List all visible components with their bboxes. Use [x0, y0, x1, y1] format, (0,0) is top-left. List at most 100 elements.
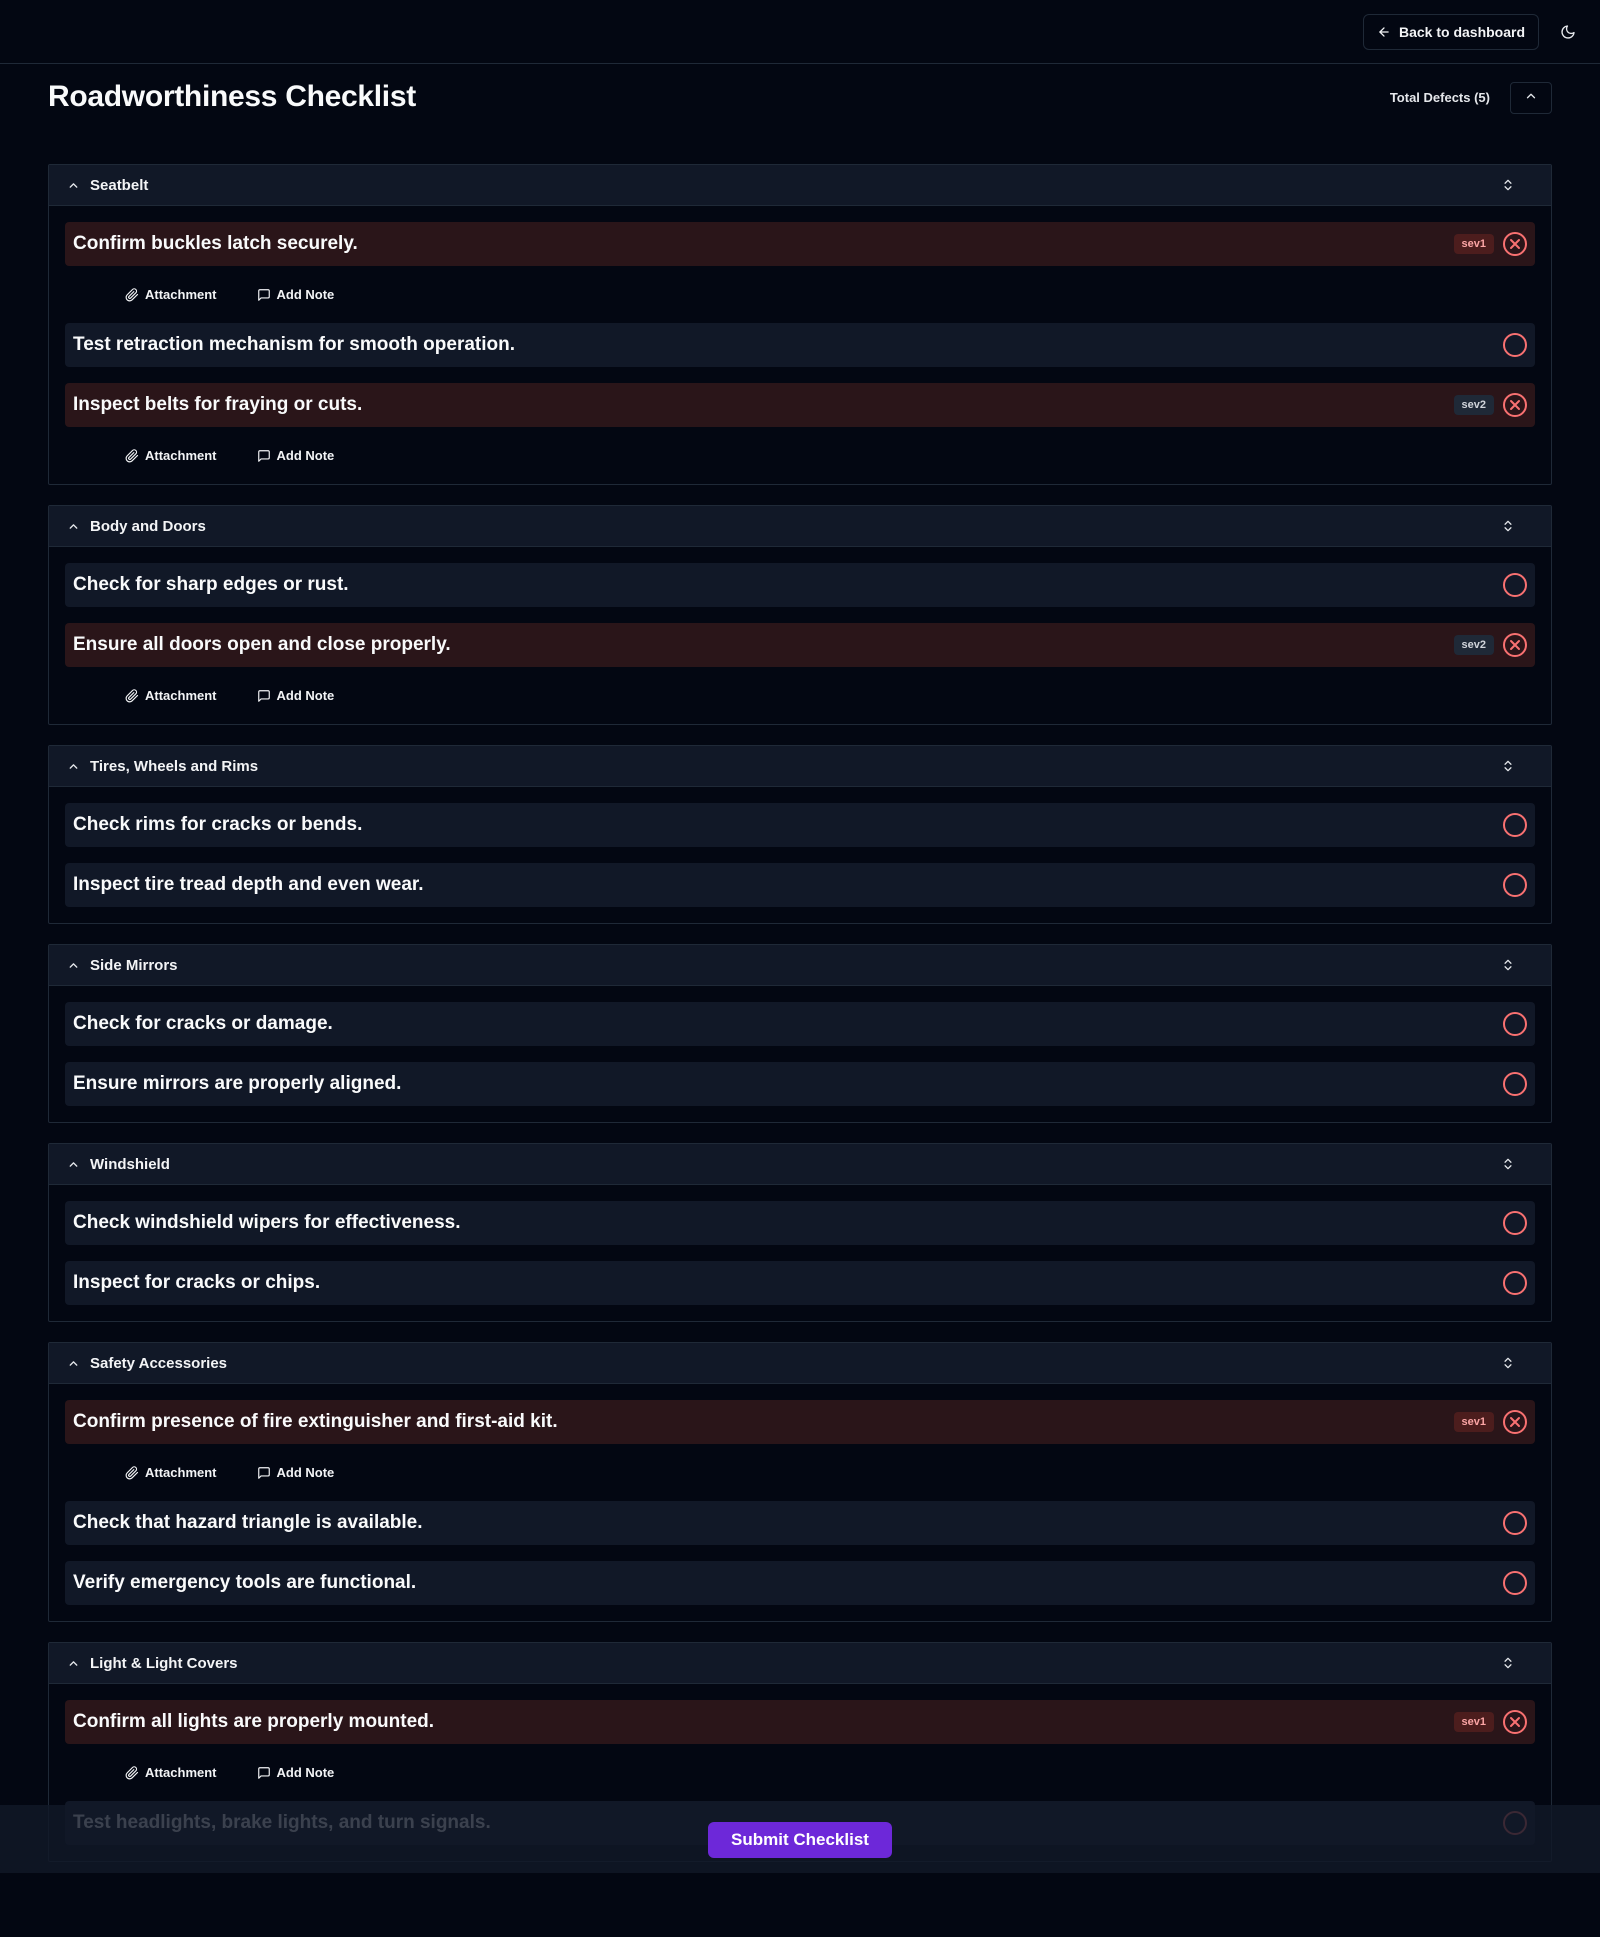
section-body: Check for sharp edges or rust. Ensure all… — [49, 547, 1551, 724]
section-header[interactable]: Windshield — [49, 1144, 1551, 1185]
item-controls — [1502, 803, 1528, 847]
chevrons-up-down-icon[interactable] — [1501, 1655, 1515, 1671]
circle-icon[interactable] — [1502, 1071, 1528, 1097]
chevrons-up-down-icon[interactable] — [1501, 177, 1515, 193]
severity-badge: sev2 — [1453, 635, 1494, 655]
item-actions: Attachment Add Note — [65, 427, 1535, 484]
checklist-item-text: Ensure mirrors are properly aligned. — [73, 1073, 402, 1094]
back-button-label: Back to dashboard — [1398, 24, 1526, 40]
checklist-item: Confirm presence of fire extinguisher an… — [65, 1400, 1535, 1501]
defects-collapse-button[interactable] — [1510, 82, 1552, 114]
checklist-section: Safety Accessories Confirm presence of fi… — [48, 1342, 1552, 1622]
checklist-item-text: Inspect for cracks or chips. — [73, 1272, 321, 1293]
add-note-button[interactable]: Add Note — [257, 1465, 335, 1480]
item-controls: sev2 — [1453, 623, 1528, 667]
attachment-label: Attachment — [145, 688, 217, 703]
circle-icon[interactable] — [1502, 872, 1528, 898]
paperclip-icon — [125, 688, 139, 703]
section-body: Confirm presence of fire extinguisher an… — [49, 1384, 1551, 1621]
attachment-label: Attachment — [145, 448, 217, 463]
circle-icon[interactable] — [1502, 1210, 1528, 1236]
circle-icon[interactable] — [1502, 1510, 1528, 1536]
x-circle-icon[interactable] — [1502, 1409, 1528, 1435]
attachment-button[interactable]: Attachment — [125, 1765, 217, 1780]
checklist-item-text: Check rims for cracks or bends. — [73, 814, 363, 835]
checklist-item-text: Inspect tire tread depth and even wear. — [73, 874, 424, 895]
theme-toggle-button[interactable] — [1550, 14, 1586, 50]
checklist-item-row: Check for sharp edges or rust. — [65, 563, 1535, 607]
checklist-item: Inspect belts for fraying or cuts. sev2 At… — [65, 383, 1535, 484]
chevrons-up-down-icon[interactable] — [1501, 1355, 1515, 1371]
checklist-item-row-defect: Confirm presence of fire extinguisher an… — [65, 1400, 1535, 1444]
checklist-item-row-defect: Confirm all lights are properly mounted.… — [65, 1700, 1535, 1744]
circle-icon[interactable] — [1502, 1570, 1528, 1596]
checklist-item: Ensure all doors open and close properly… — [65, 623, 1535, 724]
attachment-button[interactable]: Attachment — [125, 287, 217, 302]
submit-checklist-button[interactable]: Submit Checklist — [708, 1822, 892, 1858]
attachment-label: Attachment — [145, 1765, 217, 1780]
section-header[interactable]: Light & Light Covers — [49, 1643, 1551, 1684]
checklist-item: Test retraction mechanism for smooth ope… — [65, 323, 1535, 367]
item-actions: Attachment Add Note — [65, 667, 1535, 724]
attachment-button[interactable]: Attachment — [125, 688, 217, 703]
x-circle-icon[interactable] — [1502, 1709, 1528, 1735]
checklist-item-text: Check windshield wipers for effectivenes… — [73, 1212, 461, 1233]
chevrons-up-down-icon[interactable] — [1501, 758, 1515, 774]
attachment-button[interactable]: Attachment — [125, 1465, 217, 1480]
chevrons-up-down-icon[interactable] — [1501, 1156, 1515, 1172]
circle-icon[interactable] — [1502, 1270, 1528, 1296]
item-controls — [1502, 1261, 1528, 1305]
add-note-button[interactable]: Add Note — [257, 688, 334, 703]
section-header[interactable]: Seatbelt — [49, 165, 1551, 206]
top-bar: Back to dashboard — [0, 0, 1600, 64]
back-to-dashboard-button[interactable]: Back to dashboard — [1363, 14, 1539, 50]
item-actions: Attachment Add Note — [65, 1744, 1535, 1801]
add-note-button[interactable]: Add Note — [257, 1765, 335, 1780]
section-header[interactable]: Side Mirrors — [49, 945, 1551, 986]
add-note-label: Add Note — [276, 1465, 335, 1480]
section-title: Light & Light Covers — [90, 1654, 238, 1672]
section-body: Check for cracks or damage. Ensure mirror… — [49, 986, 1551, 1122]
chevron-up-icon — [67, 1657, 80, 1670]
attachment-button[interactable]: Attachment — [125, 448, 217, 463]
checklist-item: Verify emergency tools are functional. — [65, 1561, 1535, 1605]
section-title: Windshield — [90, 1155, 170, 1173]
checklist-item: Check windshield wipers for effectivenes… — [65, 1201, 1535, 1245]
add-note-button[interactable]: Add Note — [257, 287, 334, 302]
checklist-item-row: Check windshield wipers for effectivenes… — [65, 1201, 1535, 1245]
circle-icon[interactable] — [1502, 572, 1528, 598]
section-header[interactable]: Safety Accessories — [49, 1343, 1551, 1384]
item-actions: Attachment Add Note — [65, 266, 1535, 323]
circle-icon[interactable] — [1502, 812, 1528, 838]
item-controls — [1502, 323, 1528, 367]
checklist-item: Check for sharp edges or rust. — [65, 563, 1535, 607]
section-header[interactable]: Body and Doors — [49, 506, 1551, 547]
section-header[interactable]: Tires, Wheels and Rims — [49, 746, 1551, 787]
item-controls — [1502, 563, 1528, 607]
checklist-item-row: Inspect tire tread depth and even wear. — [65, 863, 1535, 907]
severity-badge: sev1 — [1453, 1412, 1494, 1432]
checklist-item-row: Test retraction mechanism for smooth ope… — [65, 323, 1535, 367]
circle-icon[interactable] — [1502, 332, 1528, 358]
x-circle-icon[interactable] — [1502, 392, 1528, 418]
item-controls — [1502, 1002, 1528, 1046]
checklist-item: Confirm buckles latch securely. sev1 Attac… — [65, 222, 1535, 323]
section-title: Safety Accessories — [90, 1354, 228, 1372]
chevrons-up-down-icon[interactable] — [1501, 957, 1515, 973]
checklist-item: Confirm all lights are properly mounted.… — [65, 1700, 1535, 1801]
paperclip-icon — [125, 1465, 139, 1480]
severity-badge: sev2 — [1453, 395, 1494, 415]
circle-icon[interactable] — [1502, 1011, 1528, 1037]
chevrons-up-down-icon[interactable] — [1501, 518, 1515, 534]
checklist-item-text: Check that hazard triangle is available. — [73, 1512, 423, 1533]
attachment-label: Attachment — [145, 287, 217, 302]
x-circle-icon[interactable] — [1502, 632, 1528, 658]
checklist-item-row-defect: Ensure all doors open and close properly… — [65, 623, 1535, 667]
add-note-label: Add Note — [276, 1765, 335, 1780]
checklist-item-text: Test retraction mechanism for smooth ope… — [73, 334, 516, 355]
chevron-up-icon — [67, 520, 80, 533]
x-circle-icon[interactable] — [1502, 231, 1528, 257]
page-title: Roadworthiness Checklist — [48, 80, 416, 113]
add-note-button[interactable]: Add Note — [257, 448, 334, 463]
arrow-left-icon — [1377, 25, 1391, 39]
